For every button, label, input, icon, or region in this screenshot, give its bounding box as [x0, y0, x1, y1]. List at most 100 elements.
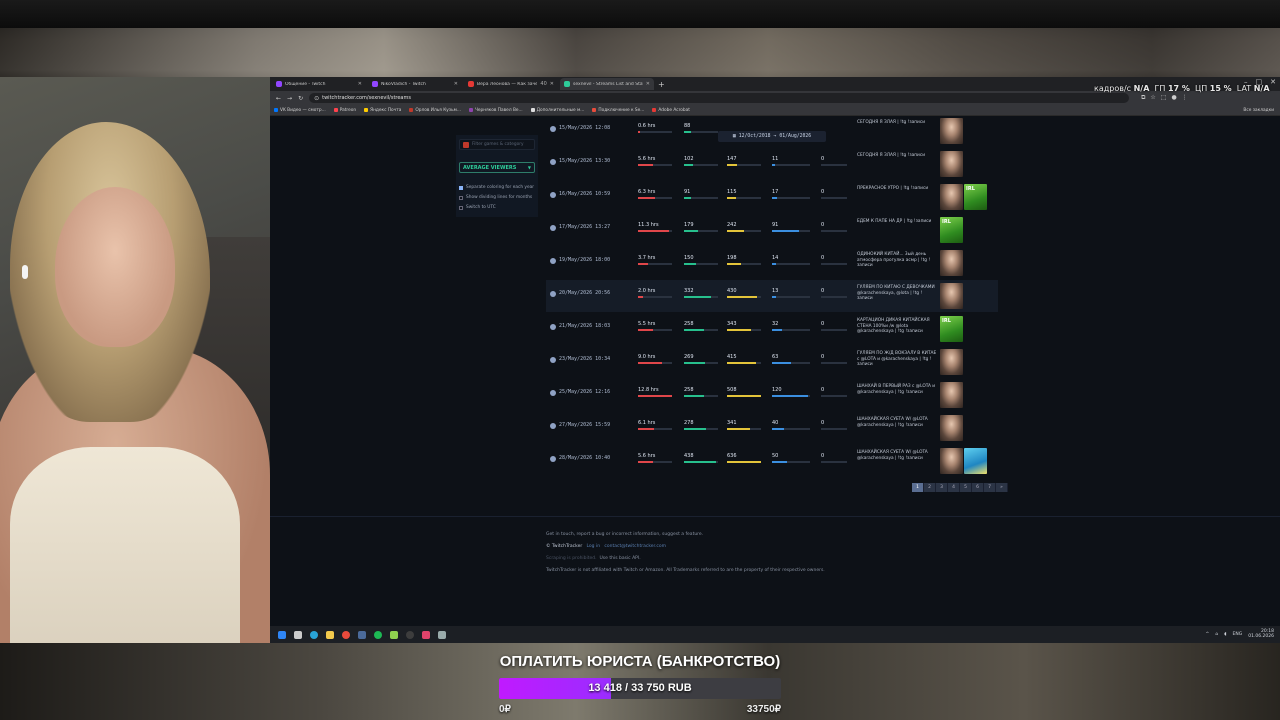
bookmark-item[interactable]: Подключение к Se...: [592, 108, 644, 113]
checkbox[interactable]: [459, 205, 463, 210]
reload-icon[interactable]: ↻: [298, 95, 303, 102]
stream-date[interactable]: 23/May/2026 10:34: [559, 356, 610, 362]
back-icon[interactable]: ←: [276, 95, 281, 102]
new-tab-icon[interactable]: +: [658, 80, 665, 89]
tab-close-icon[interactable]: ✕: [454, 81, 458, 87]
table-row[interactable]: 19/May/2026 18:00 3.7 hrs 150 198 14 0 ОДИНОКИ…: [546, 247, 998, 279]
table-row[interactable]: 23/May/2026 10:34 9.0 hrs 269 415 63 0 ГУЛЯЕМ …: [546, 346, 998, 378]
stream-date[interactable]: 15/May/2026 12:08: [559, 125, 610, 131]
obs-icon[interactable]: [406, 630, 414, 639]
site-info-icon[interactable]: ⊙: [314, 95, 319, 102]
bookmark-item[interactable]: Яндекс Почта: [364, 108, 401, 113]
category-thumbnail-person[interactable]: [940, 382, 963, 408]
page-button[interactable]: 6: [972, 483, 984, 492]
page-button[interactable]: 1: [912, 483, 924, 492]
category-thumbnail-person[interactable]: [940, 349, 963, 375]
settings-icon[interactable]: [438, 630, 446, 639]
table-row[interactable]: 25/May/2026 12:16 12.8 hrs 258 508 120 0 ШАНХА…: [546, 379, 998, 411]
stream-date[interactable]: 16/May/2026 10:59: [559, 191, 610, 197]
stream-date[interactable]: 19/May/2026 18:00: [559, 257, 610, 263]
option-dividing-lines[interactable]: Show dividing lines for months: [459, 195, 532, 200]
close-window-icon[interactable]: ✕: [1270, 78, 1276, 86]
play-icon[interactable]: [550, 390, 556, 396]
category-thumbnail-person[interactable]: [940, 184, 963, 210]
browser-tab-active[interactable]: sexnevil - Streams List and Stat ✕: [560, 78, 654, 90]
tab-close-icon[interactable]: ✕: [550, 81, 554, 87]
category-thumbnail-grass[interactable]: IRL: [940, 217, 963, 243]
all-bookmarks[interactable]: Все закладки: [1243, 108, 1274, 113]
category-thumbnail-chill[interactable]: [964, 448, 987, 474]
category-thumbnail-person[interactable]: [940, 118, 963, 144]
page-button[interactable]: 5: [960, 483, 972, 492]
stream-date[interactable]: 27/May/2026 15:59: [559, 422, 610, 428]
stream-date[interactable]: 17/May/2026 13:27: [559, 224, 610, 230]
category-thumbnail-person[interactable]: [940, 415, 963, 441]
category-search-input[interactable]: Filter games & category: [459, 139, 535, 150]
page-button[interactable]: 4: [948, 483, 960, 492]
category-thumbnail-grass[interactable]: IRL: [964, 184, 987, 210]
spotify-icon[interactable]: [374, 630, 382, 639]
clock[interactable]: 20:18 01.06.2026: [1248, 629, 1274, 639]
bookmark-item[interactable]: Орлов Илья Кузьм...: [409, 108, 461, 113]
bookmark-item[interactable]: Дополнительные м...: [530, 108, 584, 113]
play-icon[interactable]: [550, 456, 556, 462]
category-thumbnail-person[interactable]: [940, 151, 963, 177]
stream-date[interactable]: 21/May/2026 18:03: [559, 323, 610, 329]
checkbox[interactable]: [459, 185, 463, 190]
tab-close-icon[interactable]: ✕: [358, 81, 362, 87]
play-icon[interactable]: [550, 258, 556, 264]
forward-icon[interactable]: →: [287, 95, 292, 102]
bookmark-item[interactable]: Adobe Acrobat: [652, 108, 690, 113]
metric-select[interactable]: AVERAGE VIEWERS ▼: [459, 162, 535, 173]
volume-icon[interactable]: ◖: [1224, 632, 1226, 637]
tray-chevron-icon[interactable]: ^: [1206, 632, 1210, 637]
play-icon[interactable]: [550, 423, 556, 429]
page-button[interactable]: »: [996, 483, 1008, 492]
tab-close-icon[interactable]: ✕: [646, 81, 650, 87]
page-button[interactable]: 2: [924, 483, 936, 492]
category-thumbnail-person[interactable]: [940, 283, 963, 309]
stream-date[interactable]: 25/May/2026 12:16: [559, 389, 610, 395]
play-icon[interactable]: [550, 192, 556, 198]
play-icon[interactable]: [550, 357, 556, 363]
steam-icon[interactable]: [358, 630, 366, 639]
play-icon[interactable]: [550, 126, 556, 132]
table-row[interactable]: 17/May/2026 13:27 11.3 hrs 179 242 91 0 ЕДЕМ К…: [546, 214, 998, 246]
stream-date[interactable]: 20/May/2026 20:56: [559, 290, 610, 296]
bookmark-item[interactable]: VK Видео — смотр...: [274, 108, 326, 113]
footer-api-link[interactable]: Use this basic API.: [599, 556, 640, 561]
category-thumbnail-person[interactable]: [940, 448, 963, 474]
bookmark-item[interactable]: Черняков Павел Ве...: [468, 108, 523, 113]
browser-tab[interactable]: NikoVladich - Twitch ✕: [368, 78, 462, 90]
app-icon[interactable]: [390, 630, 398, 639]
url-field[interactable]: ⊙ twitchtracker.com/sexnevil/streams: [309, 93, 1130, 103]
browser-tab[interactable]: Общение - Twitch ✕: [272, 78, 366, 90]
menu-icon[interactable]: ⋮: [1182, 94, 1188, 102]
table-row[interactable]: 27/May/2026 15:59 6.1 hrs 278 341 40 0 ШАНХАЙС…: [546, 412, 998, 444]
option-separate-coloring[interactable]: Separate coloring for each year: [459, 185, 534, 190]
profile-icon[interactable]: ●: [1171, 94, 1176, 102]
play-icon[interactable]: [550, 291, 556, 297]
chrome-icon[interactable]: [342, 630, 350, 639]
taskview-icon[interactable]: [294, 630, 302, 639]
checkbox[interactable]: [459, 195, 463, 200]
page-button[interactable]: 3: [936, 483, 948, 492]
extensions-icon[interactable]: ⬚: [1161, 94, 1167, 102]
play-icon[interactable]: [550, 225, 556, 231]
option-switch-utc[interactable]: Switch to UTC: [459, 205, 496, 210]
folder-icon[interactable]: [326, 630, 334, 639]
stream-date[interactable]: 15/May/2026 13:30: [559, 158, 610, 164]
table-row[interactable]: 16/May/2026 10:59 6.3 hrs 91 115 17 0 ПРЕКРАСН…: [546, 181, 998, 213]
footer-email-link[interactable]: contact@twitchtracker.com: [604, 544, 666, 549]
table-row[interactable]: 20/May/2026 20:56 2.0 hrs 332 430 13 0 ГУЛЯЕМ …: [546, 280, 998, 312]
stream-date[interactable]: 28/May/2026 10:40: [559, 455, 610, 461]
category-thumbnail-person[interactable]: [940, 250, 963, 276]
language-indicator[interactable]: ENG: [1233, 632, 1243, 637]
start-icon[interactable]: [278, 630, 286, 639]
browser-tab[interactable]: Вера Леонова — Как зачем? 40 ✕: [464, 78, 558, 90]
table-row[interactable]: 21/May/2026 18:03 5.5 hrs 258 343 32 0 КАРТАЦИ…: [546, 313, 998, 345]
page-button[interactable]: 7: [984, 483, 996, 492]
table-row[interactable]: 15/May/2026 13:30 5.6 hrs 102 147 11 0 СЕГОДНЯ…: [546, 148, 998, 180]
table-row[interactable]: 15/May/2026 12:08 0.6 hrs 88 СЕГОДНЯ Я ЗЛАЯ…: [546, 115, 998, 147]
table-row[interactable]: 28/May/2026 10:40 5.6 hrs 438 636 50 0 ШАНХАЙС…: [546, 445, 998, 477]
